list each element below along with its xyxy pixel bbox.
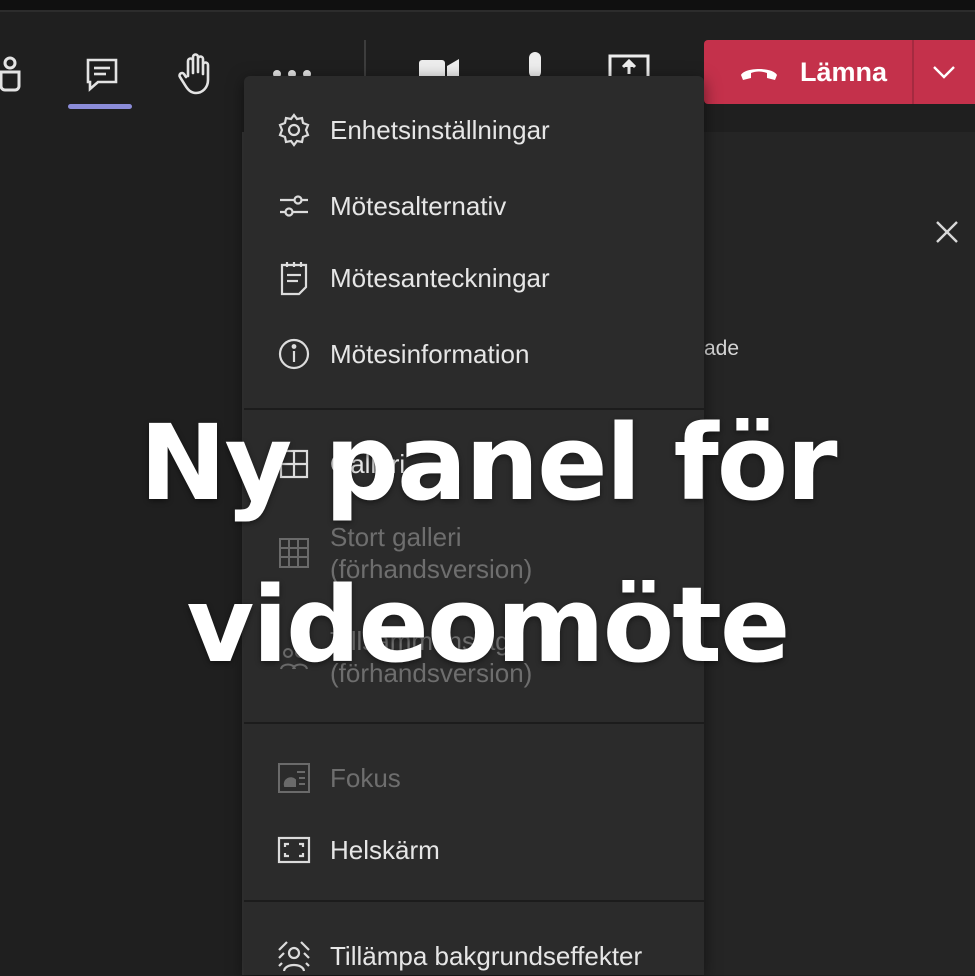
- menu-item-focus[interactable]: Fokus: [244, 758, 704, 798]
- leave-button-group: Lämna: [704, 40, 975, 104]
- info-icon: [276, 336, 312, 372]
- notes-icon: [276, 260, 312, 296]
- microphone-icon: [529, 52, 541, 78]
- menu-item-label: Fokus: [330, 763, 401, 793]
- menu-item-label: Tillämpa bakgrundseffekter: [330, 941, 643, 971]
- menu-item-label: Galleri: [330, 449, 406, 479]
- leave-options-button[interactable]: [914, 65, 974, 79]
- menu-item-label: Stort galleri (förhandsversion): [330, 522, 533, 584]
- together-mode-icon: [276, 639, 312, 675]
- menu-item-label: Tillsammansläge (förhandsversion): [330, 626, 533, 688]
- share-button[interactable]: [606, 52, 652, 78]
- raise-hand-button[interactable]: [174, 52, 218, 96]
- gallery-icon: [276, 446, 312, 482]
- menu-item-label: Mötesalternativ: [330, 191, 507, 221]
- menu-separator: [244, 900, 704, 902]
- background-effects-icon: [276, 938, 312, 974]
- hand-icon: [178, 53, 210, 95]
- close-icon: [936, 221, 958, 243]
- leave-label: Lämna: [800, 56, 888, 87]
- chat-button[interactable]: [80, 52, 124, 96]
- gear-icon: [276, 112, 312, 148]
- chevron-down-icon: [933, 66, 955, 79]
- participants-button[interactable]: [0, 54, 30, 94]
- hang-up-icon: [741, 69, 777, 80]
- menu-item-label: Mötesanteckningar: [330, 263, 550, 293]
- window-top-strip: [0, 0, 975, 12]
- side-panel: [700, 132, 975, 975]
- more-options-menu: Enhetsinställningar Mötesalternativ Möte…: [244, 76, 704, 975]
- focus-icon: [276, 760, 312, 796]
- menu-item-label: Mötesinformation: [330, 339, 530, 369]
- menu-item-device-settings[interactable]: Enhetsinställningar: [244, 110, 704, 150]
- menu-item-meeting-info[interactable]: Mötesinformation: [244, 334, 704, 374]
- toolbar-divider: [364, 40, 366, 80]
- menu-item-meeting-notes[interactable]: Mötesanteckningar: [244, 258, 704, 298]
- menu-item-meeting-options[interactable]: Mötesalternativ: [244, 186, 704, 226]
- side-panel-text: ade: [704, 337, 740, 360]
- sliders-icon: [276, 188, 312, 224]
- menu-item-together-mode[interactable]: Tillsammansläge (förhandsversion): [244, 622, 704, 692]
- large-gallery-icon: [276, 535, 312, 571]
- chat-icon: [86, 58, 118, 92]
- menu-item-fullscreen[interactable]: Helskärm: [244, 830, 704, 870]
- menu-separator: [244, 408, 704, 410]
- menu-item-gallery[interactable]: Galleri: [244, 444, 704, 484]
- chat-active-indicator: [68, 104, 132, 109]
- microphone-button[interactable]: [518, 52, 552, 78]
- menu-item-background-effects[interactable]: Tillämpa bakgrundseffekter: [244, 936, 704, 976]
- menu-item-label: Helskärm: [330, 835, 440, 865]
- menu-separator: [244, 722, 704, 724]
- participants-icon: [0, 56, 21, 92]
- menu-item-label: Enhetsinställningar: [330, 115, 550, 145]
- menu-item-large-gallery[interactable]: Stort galleri (förhandsversion): [244, 518, 704, 588]
- fullscreen-icon: [276, 832, 312, 868]
- leave-button[interactable]: Lämna: [704, 40, 912, 104]
- close-panel-button[interactable]: [933, 218, 961, 250]
- share-screen-icon: [608, 54, 650, 78]
